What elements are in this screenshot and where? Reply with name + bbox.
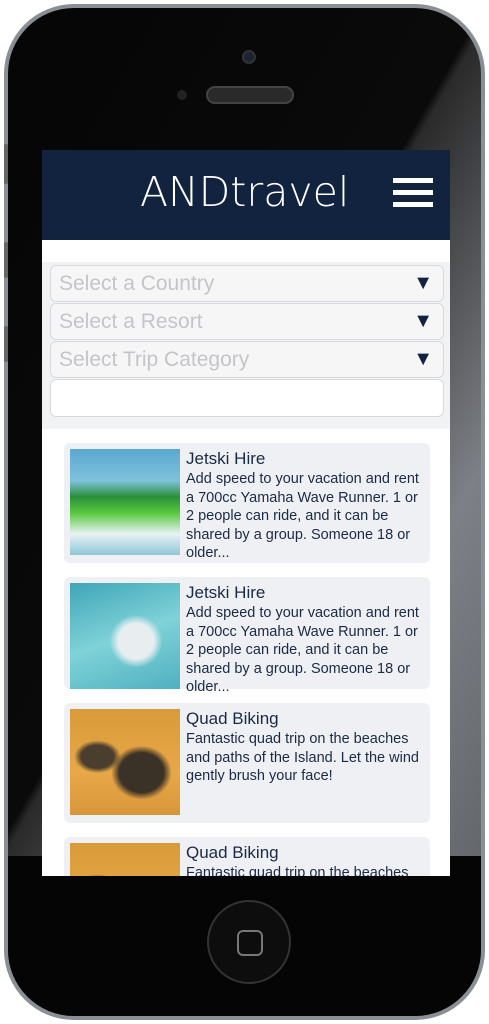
dropdown-arrow-icon: ▼ xyxy=(413,272,433,294)
trip-card[interactable]: Jetski Hire Add speed to your vacation an… xyxy=(64,443,430,563)
trip-description: Add speed to your vacation and rent a 70… xyxy=(186,471,419,561)
trip-description: Fantastic quad trip on the beaches and p… xyxy=(186,865,409,876)
trip-title: Quad Biking xyxy=(186,843,279,862)
category-select[interactable]: Select Trip Category ▼ xyxy=(50,341,444,378)
sensor xyxy=(177,90,187,100)
country-select[interactable]: Select a Country ▼ xyxy=(50,265,444,302)
trip-description: Add speed to your vacation and rent a 70… xyxy=(186,605,419,695)
dropdown-arrow-icon: ▼ xyxy=(413,310,433,332)
trip-description: Fantastic quad trip on the beaches and p… xyxy=(186,731,419,784)
trip-title: Jetski Hire xyxy=(186,583,266,602)
trip-list: Jetski Hire Add speed to your vacation an… xyxy=(42,429,450,876)
filter-panel: Select a Country ▼ Select a Resort ▼ Selec… xyxy=(42,262,450,429)
resort-placeholder: Select a Resort xyxy=(59,310,203,333)
camera-icon xyxy=(242,50,256,64)
speaker-grille xyxy=(206,86,294,104)
trip-card[interactable]: Quad Biking Fantastic quad trip on the be… xyxy=(64,703,430,823)
app-logo[interactable]: ANDtravel xyxy=(140,168,349,216)
jetski-image xyxy=(70,583,180,689)
home-button[interactable] xyxy=(207,900,291,984)
country-placeholder: Select a Country xyxy=(59,272,215,295)
trip-card[interactable]: Quad Biking Fantastic quad trip on the be… xyxy=(64,837,430,876)
quad-bike-image xyxy=(70,709,180,815)
search-input[interactable] xyxy=(50,379,444,417)
jetski-image xyxy=(70,449,180,555)
resort-select[interactable]: Select a Resort ▼ xyxy=(50,303,444,340)
category-placeholder: Select Trip Category xyxy=(59,348,250,371)
trip-title: Quad Biking xyxy=(186,709,279,728)
home-square-icon xyxy=(237,930,263,956)
trip-card[interactable]: Jetski Hire Add speed to your vacation an… xyxy=(64,577,430,695)
dropdown-arrow-icon: ▼ xyxy=(413,348,433,370)
trip-title: Jetski Hire xyxy=(186,449,266,468)
app-screen: ANDtravel Select a Country ▼ Select a Res… xyxy=(42,150,450,876)
quad-bike-image xyxy=(70,843,180,876)
hamburger-icon[interactable] xyxy=(393,178,433,208)
app-header: ANDtravel xyxy=(42,150,450,240)
